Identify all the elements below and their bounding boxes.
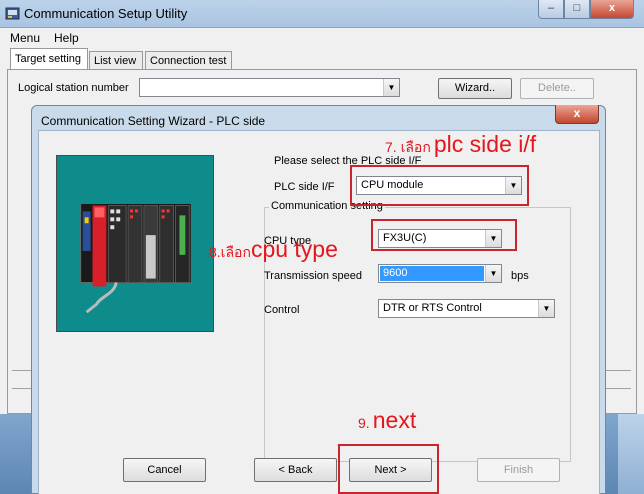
plc-side-if-select[interactable]: CPU module ▼ <box>356 176 522 195</box>
finish-button[interactable]: Finish <box>477 458 560 482</box>
control-select[interactable]: DTR or RTS Control ▼ <box>378 299 555 318</box>
back-button[interactable]: < Back <box>254 458 337 482</box>
tab-connection-test[interactable]: Connection test <box>145 51 232 70</box>
speed-unit-label: bps <box>511 270 529 282</box>
chevron-down-icon[interactable]: ▼ <box>383 79 399 96</box>
control-value: DTR or RTS Control <box>383 302 482 314</box>
annotation-step-8-number: 8.เลือก <box>209 244 251 260</box>
control-label: Control <box>264 304 300 316</box>
tab-target-setting[interactable]: Target setting <box>10 48 88 70</box>
tab-list-view[interactable]: List view <box>89 51 143 70</box>
next-button[interactable]: Next > <box>349 458 432 482</box>
annotation-step-9: 9. next <box>358 407 416 434</box>
maximize-button[interactable]: □ <box>564 0 590 19</box>
minimize-button[interactable]: – <box>538 0 564 19</box>
chevron-down-icon[interactable]: ▼ <box>505 177 521 194</box>
window-title: Communication Setup Utility <box>24 6 188 21</box>
chevron-down-icon[interactable]: ▼ <box>485 230 501 247</box>
panel-divider <box>12 370 32 371</box>
dialog-title: Communication Setting Wizard - PLC side <box>41 114 266 128</box>
plc-hardware-image <box>56 155 214 332</box>
transmission-speed-select[interactable]: 9600 ▼ <box>378 264 502 283</box>
plc-side-if-value: CPU module <box>361 179 424 191</box>
panel-divider <box>606 370 631 371</box>
wizard-button[interactable]: Wizard.. <box>438 78 512 99</box>
transmission-speed-value: 9600 <box>380 266 484 281</box>
logical-station-label: Logical station number <box>18 82 129 94</box>
dialog-close-button[interactable]: x <box>555 105 599 124</box>
tab-strip: Target setting List view Connection test <box>0 48 644 70</box>
cancel-button[interactable]: Cancel <box>123 458 206 482</box>
annotation-step-9-number: 9. <box>358 415 370 431</box>
title-bar: Communication Setup Utility – □ x <box>0 0 644 28</box>
logical-station-select[interactable]: ▼ <box>139 78 400 97</box>
cpu-type-select[interactable]: FX3U(C) ▼ <box>378 229 502 248</box>
panel-divider <box>606 388 631 389</box>
dialog-client-area: Please select the PLC side I/F PLC side … <box>38 130 600 494</box>
annotation-step-7: 7. เลือก plc side i/f <box>385 131 536 159</box>
panel-divider <box>12 388 32 389</box>
annotation-step-8-text: cpu type <box>250 236 338 262</box>
plc-side-if-label: PLC side I/F <box>274 181 335 193</box>
menu-bar: Menu Help <box>0 29 644 47</box>
annotation-step-7-text: plc side i/f <box>433 131 537 157</box>
wizard-dialog: Communication Setting Wizard - PLC side … <box>31 105 606 494</box>
menu-item-menu[interactable]: Menu <box>10 31 40 45</box>
app-icon <box>5 7 20 20</box>
annotation-step-9-text: next <box>372 407 417 433</box>
annotation-step-7-number: 7. เลือก <box>385 139 431 155</box>
chevron-down-icon[interactable]: ▼ <box>485 265 501 282</box>
chevron-down-icon[interactable]: ▼ <box>538 300 554 317</box>
menu-item-help[interactable]: Help <box>54 31 79 45</box>
cpu-type-value: FX3U(C) <box>383 232 427 244</box>
communication-setting-label: Communication setting <box>269 200 385 212</box>
delete-button[interactable]: Delete.. <box>520 78 594 99</box>
close-button[interactable]: x <box>590 0 634 19</box>
transmission-speed-label: Transmission speed <box>264 270 363 282</box>
annotation-step-8: 8.เลือกcpu type <box>209 236 338 264</box>
desktop-edge <box>618 414 644 494</box>
